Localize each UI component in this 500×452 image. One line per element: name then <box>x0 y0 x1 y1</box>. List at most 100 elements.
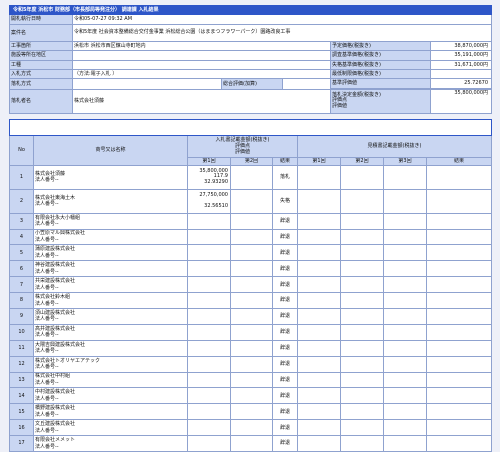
bidder-confirm-r1 <box>297 355 341 373</box>
bidder-confirm-r1 <box>297 371 341 389</box>
bidder-no: 7 <box>9 276 34 294</box>
bidder-confirm-r1 <box>297 188 341 214</box>
bidder-amount-r1 <box>187 403 231 421</box>
bidder-confirm-r2 <box>340 292 384 309</box>
bidder-amount-r1 <box>187 419 231 437</box>
koushu-value <box>72 59 331 70</box>
bidder-confirm-r1 <box>297 212 341 230</box>
bidder-no: 11 <box>9 339 34 357</box>
summary-table: 令和5年度 浜松市 財務部（市長部局等発注分） 調達課 入札結果 開札執行日時 … <box>8 4 493 114</box>
bidder-confirm-r1 <box>297 260 341 278</box>
bidder-amount-r1 <box>187 307 231 325</box>
bidder-name: 高井建設株式会社 法人番号-- <box>33 323 188 341</box>
bidder-row: 7 共栄建設株式会社 法人番号-- 辞退 <box>9 276 493 294</box>
bidder-confirm-r2 <box>340 276 384 294</box>
bidder-row: 8 株式会社鈴木組 法人番号-- 辞退 <box>9 292 493 309</box>
bidder-name: 有限会社永大小幡組 法人番号-- <box>33 212 188 230</box>
rakusatsu-value: 総合評価(加算) <box>221 78 283 90</box>
bidder-no: 6 <box>9 260 34 278</box>
bidder-confirm-r3 <box>383 260 427 278</box>
project-value: 令和5年度 社会資本整備総合交付金事業 浜松総合公園（はままつフラワーパーク）園… <box>71 23 493 42</box>
bidder-amount-r1 <box>187 371 231 389</box>
bidder-confirm-result <box>425 323 493 341</box>
date-value: 令和05-07-27 09:32 AM <box>71 14 493 25</box>
bidder-confirm-r2 <box>340 387 384 405</box>
yotei-value: 38,870,000円 <box>429 40 493 52</box>
bidder-row: 6 神谷建設株式会社 法人番号-- 辞退 <box>9 260 493 278</box>
bidder-row: 13 株式会社中村組 法人番号-- 辞退 <box>9 371 493 389</box>
bidder-amount-r1 <box>187 212 231 230</box>
bidder-no: 9 <box>9 307 34 325</box>
bidder-name: 株式会社東海土木 法人番号-- <box>33 188 188 214</box>
location-label: 工事箇所 <box>9 40 73 52</box>
bidder-row: 5 蒲原建設株式会社 法人番号-- 辞退 <box>9 244 493 262</box>
bidder-no: 4 <box>9 228 34 246</box>
col-bid-r1: 第1回 <box>187 156 231 166</box>
bidder-confirm-r3 <box>383 323 427 341</box>
bidder-confirm-r1 <box>297 307 341 325</box>
bidder-amount-r1 <box>187 355 231 373</box>
bidder-name: 株式会社トオリヤエアテック 法人番号-- <box>33 355 188 373</box>
bidder-confirm-result <box>425 228 493 246</box>
bidder-name: 橋野建設株式会社 法人番号-- <box>33 403 188 421</box>
bidder-confirm-result <box>425 387 493 405</box>
bidder-row: 15 橋野建設株式会社 法人番号-- 辞退 <box>9 403 493 421</box>
koushu-label: 工種 <box>9 59 73 70</box>
bidder-result: 辞退 <box>272 339 298 357</box>
bidder-confirm-result <box>425 276 493 294</box>
bidder-name: 小笠原マル興株式会社 法人番号-- <box>33 228 188 246</box>
bidder-confirm-r2 <box>340 355 384 373</box>
bidder-confirm-result <box>425 403 493 421</box>
bidder-amount-r2 <box>230 244 273 262</box>
bidder-result: 辞退 <box>272 419 298 437</box>
kettei-label: 落札決定金額(税抜き) 評価点 評価値 <box>330 88 431 114</box>
bidder-amount-r1 <box>187 323 231 341</box>
bidder-amount-r1 <box>187 228 231 246</box>
bidder-result: 辞退 <box>272 435 298 452</box>
bidder-amount-r2 <box>230 276 273 294</box>
bidder-confirm-result <box>425 260 493 278</box>
bidder-confirm-r2 <box>340 435 384 452</box>
bidder-no: 1 <box>9 164 34 190</box>
col-no: No <box>9 134 34 166</box>
bidder-no: 3 <box>9 212 34 230</box>
bidder-confirm-r1 <box>297 292 341 309</box>
bidder-confirm-r1 <box>297 403 341 421</box>
bidder-confirm-r1 <box>297 339 341 357</box>
shikkaku-label: 失格基準価格(税抜き) <box>330 59 431 70</box>
bidder-no: 2 <box>9 188 34 214</box>
rakusatsu-spacer <box>72 78 222 90</box>
kijun-value: 25.72670 <box>429 78 493 89</box>
bidder-name: 須山建設株式会社 法人番号-- <box>33 307 188 325</box>
bidder-confirm-r3 <box>383 228 427 246</box>
bidder-row: 10 高井建設株式会社 法人番号-- 辞退 <box>9 323 493 341</box>
kijun-label: 基準評価値 <box>330 78 431 89</box>
bidder-amount-r1: 35,800,000 117.9 32.93290 <box>187 164 231 190</box>
bidder-amount-r1 <box>187 260 231 278</box>
bidder-confirm-result <box>425 339 493 357</box>
bidder-confirm-r2 <box>340 260 384 278</box>
location-value: 浜松市 浜松市西区舘山寺町地内 <box>72 40 331 52</box>
bidder-confirm-r2 <box>340 371 384 389</box>
bidders-table: 業者一覧 No 商号又は名称 入札書記載金額(税抜き) 評価点 評価値 見積書記… <box>8 118 493 452</box>
col-confirm-result: 結果 <box>425 156 493 166</box>
bidder-confirm-r3 <box>383 371 427 389</box>
bidder-amount-r2 <box>230 292 273 309</box>
bidder-row: 17 有限会社メメット 法人番号-- 辞退 <box>9 435 493 452</box>
nyusatsu-label: 入札方式 <box>9 68 73 80</box>
bidder-confirm-result <box>425 244 493 262</box>
bidder-confirm-result <box>425 164 493 190</box>
bidder-confirm-r2 <box>340 244 384 262</box>
saitei-value <box>429 68 493 80</box>
bidder-amount-r2 <box>230 339 273 357</box>
bidder-amount-r1 <box>187 387 231 405</box>
bidder-result: 落札 <box>272 164 298 190</box>
bidder-confirm-r3 <box>383 435 427 452</box>
bidder-name: 共栄建設株式会社 法人番号-- <box>33 276 188 294</box>
col-confirm-r2: 第2回 <box>340 156 384 166</box>
bidder-no: 13 <box>9 371 34 389</box>
bidder-result: 辞退 <box>272 260 298 278</box>
winner-value: 株式会社須藤 <box>72 88 331 114</box>
bidder-confirm-r3 <box>383 419 427 437</box>
bidder-name: 有限会社メメット 法人番号-- <box>33 435 188 452</box>
